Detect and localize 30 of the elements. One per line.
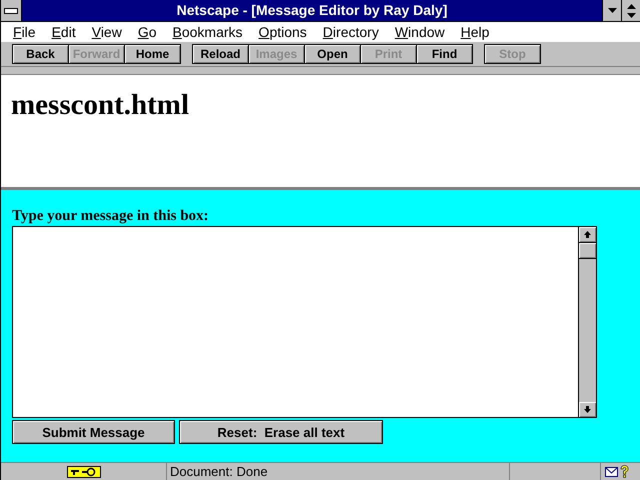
menu-item[interactable]: Edit	[44, 24, 84, 40]
system-menu-icon[interactable]	[4, 8, 18, 14]
minimize-icon[interactable]	[608, 8, 616, 14]
menu-item[interactable]: Directory	[314, 24, 387, 40]
menu-item[interactable]: Options	[250, 24, 315, 40]
down-arrow-icon[interactable]	[584, 406, 591, 413]
menu-item[interactable]: Go	[130, 24, 165, 40]
restore-icon[interactable]	[626, 4, 636, 18]
toolbar-button[interactable]: Reload	[192, 44, 249, 64]
toolbar-button[interactable]: Home	[124, 44, 181, 64]
field-label: Type your message in this box:	[12, 208, 210, 225]
menu-item[interactable]: Help	[452, 24, 498, 40]
scrollbar[interactable]	[578, 227, 596, 417]
menu-item[interactable]: View	[84, 24, 130, 40]
submit-button[interactable]: Submit Message	[12, 420, 175, 444]
page-heading: messcont.html	[11, 89, 190, 122]
status-text: Document: Done	[166, 463, 509, 480]
window-title: Netscape - [Message Editor by Ray Daly]	[176, 1, 448, 20]
up-arrow-icon[interactable]	[584, 231, 591, 238]
toolbar-button[interactable]: Open	[304, 44, 361, 64]
toolbar-button[interactable]: Back	[12, 44, 69, 64]
security-key-icon	[66, 466, 100, 478]
menu-item[interactable]: File	[5, 24, 44, 40]
mail-icon[interactable]	[605, 466, 618, 476]
question-mark-icon[interactable]	[620, 465, 629, 478]
menu-item[interactable]: Window	[386, 24, 453, 40]
scroll-thumb[interactable]	[579, 242, 596, 259]
reset-button[interactable]: Reset: Erase all text	[179, 420, 383, 444]
toolbar-button[interactable]: Find	[416, 44, 473, 64]
menu-item[interactable]: Bookmarks	[164, 24, 251, 40]
